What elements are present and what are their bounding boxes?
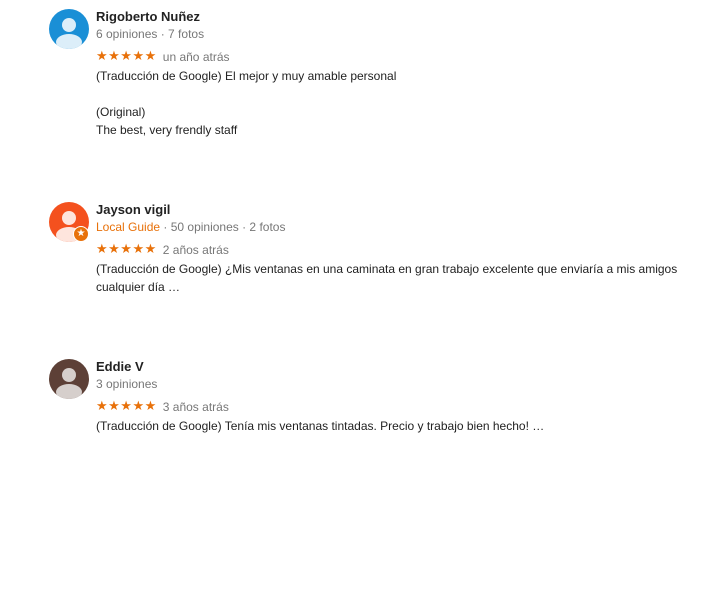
star-rating: ★★★★★ — [96, 242, 157, 257]
star-rating: ★★★★★ — [96, 49, 157, 64]
review-date: 3 años atrás — [162, 400, 229, 414]
review-text: (Traducción de Google) ¿Mis ventanas en … — [96, 260, 696, 296]
original-text: The best, very frendly staff — [96, 123, 238, 137]
translated-text: (Traducción de Google) El mejor y muy am… — [96, 69, 397, 83]
rating-row: ★★★★★ 2 años atrás — [96, 242, 696, 258]
review-body: Jayson vigil Local Guide · 50 opiniones … — [96, 202, 696, 296]
review-date: 2 años atrás — [162, 243, 229, 257]
original-label: (Original) — [96, 105, 146, 119]
translated-text: (Traducción de Google) ¿Mis ventanas en … — [96, 262, 678, 294]
reviewer-name[interactable]: Jayson vigil — [96, 202, 696, 218]
review-text: (Traducción de Google) Tenía mis ventana… — [96, 417, 696, 435]
local-guide-star-icon: ★ — [73, 226, 89, 242]
local-guide-label[interactable]: Local Guide — [96, 220, 160, 234]
review-text: (Traducción de Google) El mejor y muy am… — [96, 67, 696, 139]
rating-row: ★★★★★ 3 años atrás — [96, 399, 696, 415]
review-date: un año atrás — [162, 50, 230, 64]
reviewer-stats: · 50 opiniones · 2 fotos — [160, 220, 286, 234]
reviewer-meta: 3 opiniones — [96, 377, 158, 391]
star-rating: ★★★★★ — [96, 399, 157, 414]
person-icon — [56, 18, 82, 49]
reviewer-name[interactable]: Rigoberto Nuñez — [96, 9, 696, 25]
person-icon — [56, 368, 82, 399]
reviewer-meta: 6 opiniones · 7 fotos — [96, 27, 205, 41]
review-body: Rigoberto Nuñez 6 opiniones · 7 fotos ★★… — [96, 9, 696, 139]
translated-text: (Traducción de Google) Tenía mis ventana… — [96, 419, 545, 433]
avatar[interactable] — [49, 359, 89, 399]
review-body: Eddie V 3 opiniones ★★★★★ 3 años atrás (… — [96, 359, 696, 435]
reviewer-meta: Local Guide · 50 opiniones · 2 fotos — [96, 219, 696, 236]
rating-row: ★★★★★ un año atrás — [96, 49, 696, 65]
avatar[interactable] — [49, 9, 89, 49]
reviewer-name[interactable]: Eddie V — [96, 359, 696, 375]
